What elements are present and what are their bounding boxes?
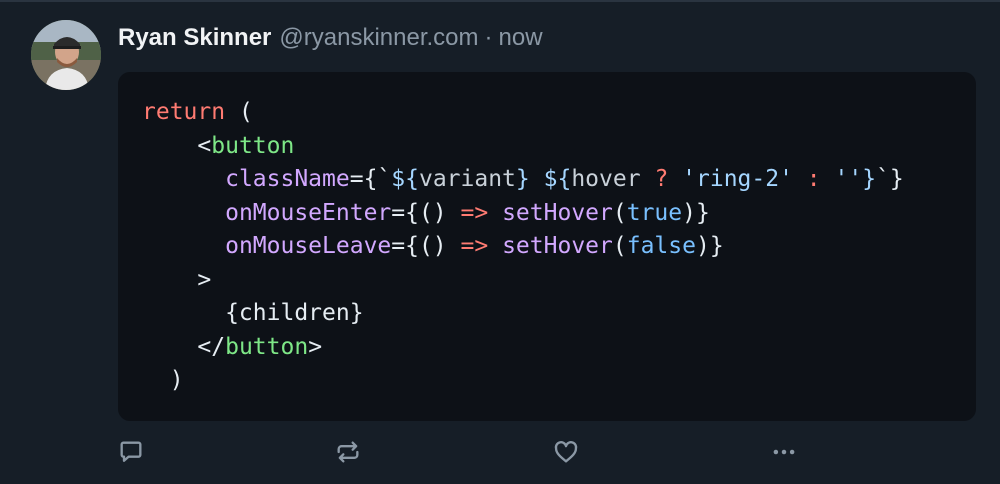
code-token-punct: ={() bbox=[391, 199, 461, 226]
code-token-str: ${ bbox=[391, 166, 419, 192]
code-content: return ( <button className={`${variant} … bbox=[142, 96, 904, 398]
repost-button[interactable] bbox=[333, 437, 363, 467]
code-token-punct: > bbox=[142, 266, 212, 293]
more-button[interactable] bbox=[769, 437, 799, 467]
avatar-image bbox=[31, 20, 101, 90]
code-line: ) bbox=[142, 364, 904, 398]
code-token-bool: true bbox=[626, 199, 683, 226]
code-token-bool: false bbox=[626, 233, 696, 259]
code-token-punct: {children} bbox=[142, 300, 364, 326]
code-token-punct bbox=[668, 166, 682, 192]
code-token-op: ? bbox=[654, 166, 669, 192]
post-actions bbox=[0, 437, 1000, 467]
code-token-fn: setHover bbox=[502, 199, 613, 226]
code-token-punct bbox=[142, 166, 225, 192]
code-token-punct: ={` bbox=[349, 166, 392, 192]
code-token-punct bbox=[488, 200, 502, 226]
code-token-punct: ( bbox=[612, 233, 627, 259]
author-handle[interactable]: @ryanskinner.com bbox=[279, 24, 478, 52]
code-token-fn: setHover bbox=[502, 233, 613, 259]
code-token-punct bbox=[488, 233, 502, 259]
code-token-tag: button bbox=[211, 132, 295, 159]
more-icon bbox=[773, 449, 795, 455]
repost-icon bbox=[337, 441, 359, 463]
header-separator: · bbox=[484, 24, 493, 51]
code-token-keyword: return bbox=[142, 99, 226, 125]
code-line: onMouseEnter={() => setHover(true)} bbox=[142, 197, 904, 231]
code-token-punct: </ bbox=[142, 333, 226, 360]
code-token-op: => bbox=[460, 199, 489, 226]
code-token-str: 'ring-2' bbox=[682, 166, 793, 192]
code-token-punct: ( bbox=[225, 99, 253, 125]
code-token-punct bbox=[641, 166, 655, 192]
code-token-attr: onMouseEnter bbox=[225, 199, 392, 226]
code-token-punct bbox=[821, 166, 835, 192]
code-line: return ( bbox=[142, 96, 904, 130]
code-block: return ( <button className={`${variant} … bbox=[118, 72, 976, 421]
code-token-punct bbox=[793, 166, 807, 192]
code-token-punct: )} bbox=[682, 199, 710, 226]
code-token-punct: < bbox=[142, 132, 212, 159]
code-token-punct: > bbox=[308, 333, 323, 360]
code-line: {children} bbox=[142, 297, 904, 331]
code-token-punct bbox=[142, 200, 225, 226]
code-token-punct: ={() bbox=[391, 233, 461, 259]
code-token-punct bbox=[530, 166, 544, 192]
code-line: </button> bbox=[142, 331, 904, 365]
code-line: className={`${variant} ${hover ? 'ring-2… bbox=[142, 163, 904, 197]
reply-icon bbox=[120, 441, 142, 462]
code-token-punct bbox=[142, 233, 225, 259]
code-token-punct: ) bbox=[142, 367, 184, 393]
code-line: <button bbox=[142, 130, 904, 164]
code-token-str: ${ bbox=[543, 166, 572, 192]
code-token-var: variant bbox=[418, 166, 516, 192]
author-name[interactable]: Ryan Skinner bbox=[118, 24, 271, 52]
post-header: Ryan Skinner @ryanskinner.com · now bbox=[118, 24, 543, 56]
like-button[interactable] bbox=[551, 437, 581, 467]
top-divider bbox=[0, 0, 1000, 2]
code-token-op: => bbox=[460, 233, 489, 259]
code-token-attr: onMouseLeave bbox=[225, 233, 392, 259]
post-timestamp[interactable]: now bbox=[499, 24, 543, 52]
code-token-punct: `} bbox=[876, 166, 904, 192]
code-token-str: } bbox=[862, 166, 877, 192]
code-token-str: '' bbox=[834, 166, 863, 192]
avatar[interactable] bbox=[31, 20, 101, 90]
code-line: > bbox=[142, 264, 904, 298]
code-token-op: : bbox=[806, 166, 821, 192]
code-token-punct: )} bbox=[695, 233, 724, 259]
like-icon bbox=[554, 441, 578, 463]
reply-button[interactable] bbox=[116, 437, 146, 467]
code-token-tag: button bbox=[225, 333, 309, 360]
code-token-var: hover bbox=[571, 166, 641, 192]
code-line: onMouseLeave={() => setHover(false)} bbox=[142, 230, 904, 264]
code-token-attr: className bbox=[225, 166, 350, 192]
code-token-str: } bbox=[515, 166, 530, 192]
code-token-punct: ( bbox=[612, 199, 627, 226]
